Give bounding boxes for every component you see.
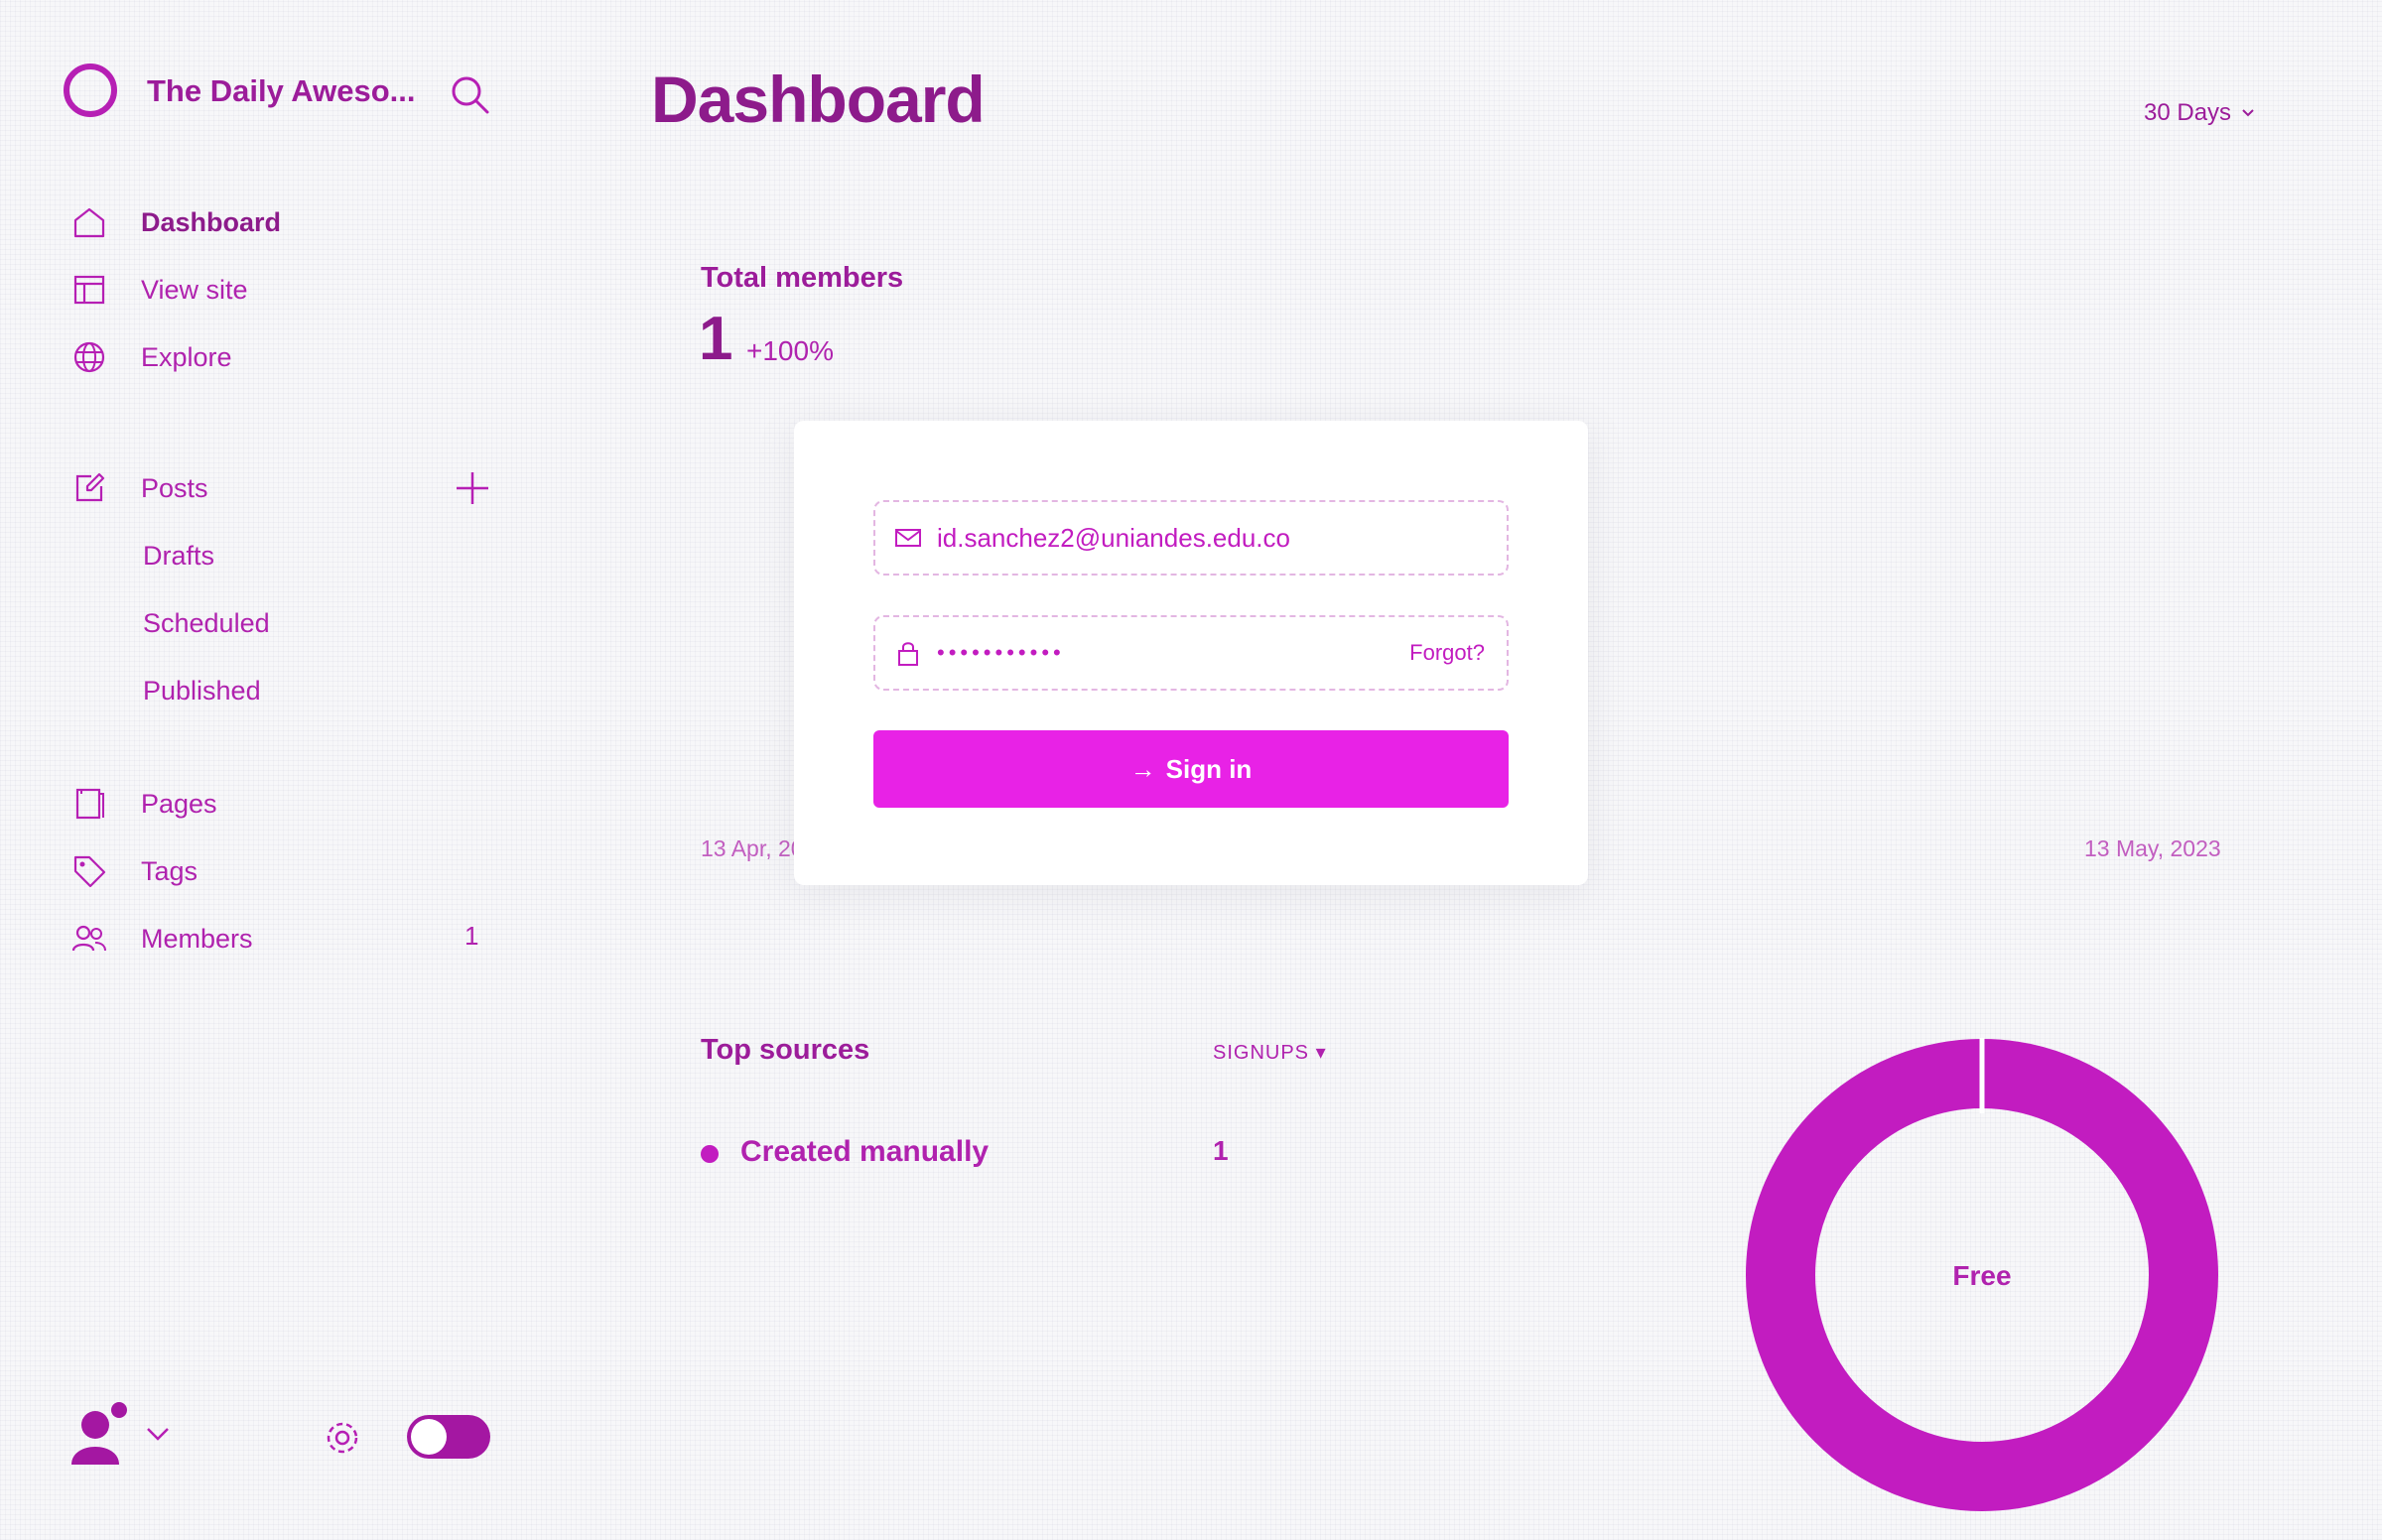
members-count: 1 — [464, 921, 479, 951]
email-input[interactable] — [935, 521, 1507, 555]
sidebar-item-scheduled[interactable]: Scheduled — [143, 601, 270, 645]
range-select[interactable]: 30 Days — [2144, 99, 2255, 127]
layout-icon — [73, 275, 105, 305]
signin-button-label: Sign in — [1165, 753, 1253, 784]
sidebar-label-pages: Pages — [141, 788, 217, 819]
chart-end-date: 13 May, 2023 — [2084, 835, 2221, 861]
forgot-password-link[interactable]: Forgot? — [1409, 640, 1485, 666]
mail-icon — [895, 529, 921, 547]
sort-down-icon: ▾ — [1315, 1042, 1327, 1064]
globe-icon — [73, 341, 105, 373]
arrow-icon: → — [1129, 753, 1156, 784]
signin-button[interactable]: → Sign in — [873, 730, 1509, 808]
gear-icon[interactable] — [322, 1417, 363, 1459]
plus-icon[interactable] — [453, 468, 492, 508]
tag-icon — [73, 855, 106, 888]
range-select-value: 30 Days — [2144, 99, 2232, 126]
sidebar-item-drafts[interactable]: Drafts — [143, 534, 214, 578]
email-field[interactable] — [873, 500, 1509, 576]
pages-icon — [75, 788, 104, 820]
password-input[interactable] — [935, 639, 1410, 667]
brand-logo[interactable] — [64, 64, 117, 117]
total-members-value: 1 — [699, 305, 733, 373]
sidebar-label-tags: Tags — [141, 855, 198, 886]
home-icon — [73, 207, 105, 238]
theme-toggle[interactable] — [407, 1415, 490, 1459]
sidebar-label-members: Members — [141, 923, 253, 954]
sidebar-item-published[interactable]: Published — [143, 669, 261, 712]
signups-column-label: SIGNUPS — [1213, 1042, 1310, 1064]
source-name: Created manually — [740, 1135, 990, 1168]
users-icon — [71, 925, 106, 952]
sidebar-label-dashboard: Dashboard — [141, 206, 282, 237]
members-donut-chart: Free — [1746, 1038, 2218, 1511]
sidebar-label-posts: Posts — [141, 472, 208, 503]
signups-column-header[interactable]: SIGNUPS ▾ — [1213, 1040, 1327, 1065]
donut-label: Free — [1952, 1260, 2011, 1291]
sidebar-label-view-site: View site — [141, 274, 248, 305]
toggle-knob — [411, 1419, 447, 1455]
lock-icon — [898, 642, 918, 666]
sidebar-item-posts[interactable]: Posts — [71, 464, 508, 512]
source-color-dot — [701, 1145, 719, 1163]
sidebar-item-explore[interactable]: Explore — [71, 333, 508, 381]
page-title: Dashboard — [651, 63, 986, 136]
total-members-label: Total members — [701, 262, 904, 294]
chevron-down-icon — [2242, 109, 2254, 117]
avatar[interactable] — [69, 1401, 127, 1467]
signin-modal: Forgot? → Sign in — [794, 421, 1588, 885]
sidebar-item-tags[interactable]: Tags — [71, 847, 508, 895]
chevron-down-icon[interactable] — [145, 1425, 171, 1443]
total-members-delta: +100% — [746, 335, 834, 366]
top-sources-title: Top sources — [701, 1034, 870, 1066]
sidebar-item-dashboard[interactable]: Dashboard — [71, 198, 508, 246]
sidebar-item-members[interactable]: Members — [71, 915, 508, 962]
sidebar-item-view-site[interactable]: View site — [71, 266, 508, 314]
source-value: 1 — [1213, 1135, 1229, 1166]
password-field[interactable]: Forgot? — [873, 615, 1509, 691]
sidebar-label-explore: Explore — [141, 341, 232, 372]
brand-name[interactable]: The Daily Aweso... — [147, 73, 415, 109]
search-icon[interactable] — [449, 73, 490, 115]
sidebar-item-pages[interactable]: Pages — [71, 780, 508, 828]
edit-icon — [75, 472, 105, 502]
